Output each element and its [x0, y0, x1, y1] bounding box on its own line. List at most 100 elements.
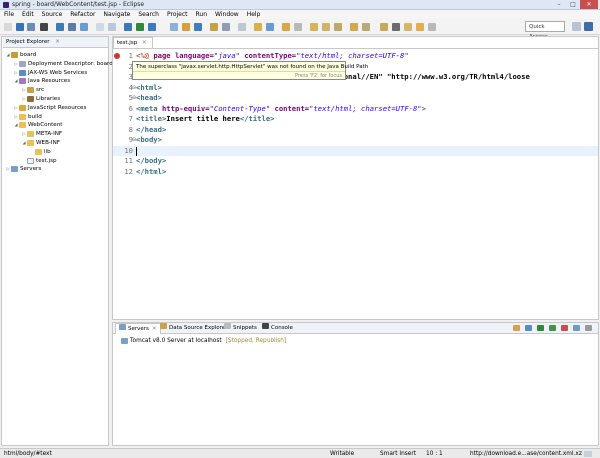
skip-breakpoints-icon[interactable] — [56, 23, 64, 31]
tree-item[interactable]: ▷ Deployment Descriptor: board — [13, 60, 113, 68]
web-browser-icon[interactable] — [266, 23, 274, 31]
open-type-icon[interactable] — [96, 23, 104, 31]
menu-refactor[interactable]: Refactor — [66, 10, 99, 19]
toggle-mark-icon[interactable] — [222, 23, 230, 31]
search-icon[interactable] — [238, 23, 246, 31]
tab-servers[interactable]: Servers ✕ — [115, 323, 161, 334]
pin-editor-icon[interactable] — [350, 23, 358, 31]
next-annotation-icon[interactable] — [282, 23, 290, 31]
run-icon[interactable] — [136, 23, 144, 31]
menu-edit[interactable]: Edit — [18, 10, 38, 19]
close-icon[interactable]: ✕ — [152, 326, 157, 332]
new-class-icon[interactable] — [194, 23, 202, 31]
new-icon[interactable] — [4, 23, 12, 31]
menu-help[interactable]: Help — [243, 10, 265, 19]
tab-console[interactable]: Console — [259, 323, 296, 334]
go-icon[interactable] — [428, 23, 436, 31]
code-area[interactable]: 1 <%@ page language="java" contentType="t… — [113, 49, 598, 319]
tree-item[interactable]: ▷ META-INF — [21, 130, 62, 138]
debug-server-icon[interactable] — [525, 325, 532, 331]
file-icon — [27, 157, 34, 164]
tree-item-label: test.jsp — [36, 157, 57, 164]
save-icon[interactable] — [16, 23, 24, 31]
progress-icon[interactable] — [584, 451, 592, 457]
server-row[interactable]: Tomcat v8.0 Server at localhost [Stopped… — [121, 338, 286, 344]
tree-item[interactable]: test.jsp — [21, 157, 57, 165]
tab-snippets[interactable]: Snippets — [221, 323, 260, 334]
profile-server-icon[interactable] — [549, 325, 556, 331]
close-icon[interactable]: ✕ — [55, 39, 60, 45]
terminal-icon[interactable] — [68, 23, 76, 31]
fold-toggle-icon[interactable]: ⊖ — [132, 85, 136, 91]
save-all-icon[interactable] — [27, 23, 35, 31]
tree-item[interactable]: ◢ board — [5, 51, 36, 59]
fold-toggle-icon[interactable]: ⊖ — [132, 95, 136, 101]
stop-server-icon[interactable] — [561, 325, 568, 331]
editor-tab-test-jsp[interactable]: test.jsp ✕ — [113, 37, 153, 48]
menu-window[interactable]: Window — [211, 10, 243, 19]
tree-item[interactable]: ▷ Libraries — [21, 95, 60, 103]
fold-toggle-icon[interactable]: ⊖ — [132, 137, 136, 143]
tree-item[interactable]: ▷ Servers — [5, 165, 41, 173]
back-nav-icon[interactable] — [380, 23, 388, 31]
view-menu-icon[interactable] — [585, 325, 592, 331]
java-ee-perspective-icon[interactable] — [584, 22, 593, 31]
print-icon[interactable] — [40, 23, 48, 31]
title-bar: spring - board/WebContent/test.jsp - Ecl… — [0, 0, 600, 10]
forward-icon[interactable] — [334, 23, 342, 31]
code-line: <title>Insert title here</title> — [136, 114, 600, 125]
menu-source[interactable]: Source — [38, 10, 67, 19]
server-state: [Stopped, Republish] — [225, 338, 287, 344]
open-task-icon[interactable] — [80, 23, 88, 31]
open-resource-icon[interactable] — [254, 23, 262, 31]
open-perspective-icon[interactable] — [572, 22, 581, 31]
forward-nav-icon[interactable] — [392, 23, 400, 31]
tree-item-label: JAX-WS Web Services — [28, 69, 88, 76]
back-icon[interactable] — [322, 23, 330, 31]
start-server-icon[interactable] — [537, 325, 544, 331]
debug-icon[interactable] — [124, 23, 132, 31]
code-line: <html> — [136, 83, 600, 94]
tree-item[interactable]: ▷ JavaScript Resources — [13, 104, 86, 112]
history-icon[interactable] — [404, 23, 412, 31]
project-explorer-tab[interactable]: Project Explorer ✕ — [3, 37, 108, 48]
status-bar: html/body/#text Writable Smart Insert 10… — [0, 448, 600, 458]
minimize-button[interactable]: – — [552, 0, 566, 9]
menu-project[interactable]: Project — [163, 10, 192, 19]
tree-item[interactable]: ▷ src — [21, 86, 44, 94]
tree-item[interactable]: ◢ WebContent — [13, 121, 62, 129]
tree-item[interactable]: lib — [29, 148, 51, 156]
tree-item[interactable]: ◢ Java Resources — [13, 77, 70, 85]
close-icon[interactable]: ✕ — [142, 40, 147, 46]
last-edit-icon[interactable] — [310, 23, 318, 31]
folder-icon — [27, 131, 34, 138]
line-number: 11 — [124, 156, 133, 165]
menu-file[interactable]: File — [0, 10, 18, 19]
highlight-icon[interactable] — [362, 23, 370, 31]
error-marker-icon[interactable] — [114, 53, 120, 59]
quick-access-input[interactable]: Quick Access — [525, 21, 565, 40]
sync-icon[interactable] — [416, 23, 424, 31]
menu-search[interactable]: Search — [134, 10, 163, 19]
external-tools-icon[interactable] — [148, 23, 156, 31]
menu-run[interactable]: Run — [192, 10, 212, 19]
publish-icon[interactable] — [573, 325, 580, 331]
previous-annotation-icon[interactable] — [294, 23, 302, 31]
menu-navigate[interactable]: Navigate — [99, 10, 134, 19]
collapse-icon[interactable] — [513, 325, 520, 331]
close-button[interactable]: ✕ — [580, 0, 598, 9]
new-server-icon[interactable] — [108, 23, 116, 31]
tree-item[interactable]: ▷ JAX-WS Web Services — [13, 69, 87, 77]
java-icon — [19, 78, 26, 85]
editor-panel: test.jsp ✕ 1 <%@ page language="java" con… — [112, 36, 599, 320]
tree-item[interactable]: ▷ build — [13, 113, 42, 121]
new-java-project-icon[interactable] — [170, 23, 178, 31]
folder-icon — [35, 148, 42, 155]
tree-item[interactable]: ◢ WEB-INF — [21, 139, 60, 147]
maximize-button[interactable]: □ — [566, 0, 580, 9]
code-token: contentType= — [244, 51, 297, 60]
open-folder-icon[interactable] — [210, 23, 218, 31]
tree-item-label: board — [20, 52, 37, 58]
new-package-icon[interactable] — [182, 23, 190, 31]
tab-data-source-explorer[interactable]: Data Source Explorer — [157, 323, 230, 334]
